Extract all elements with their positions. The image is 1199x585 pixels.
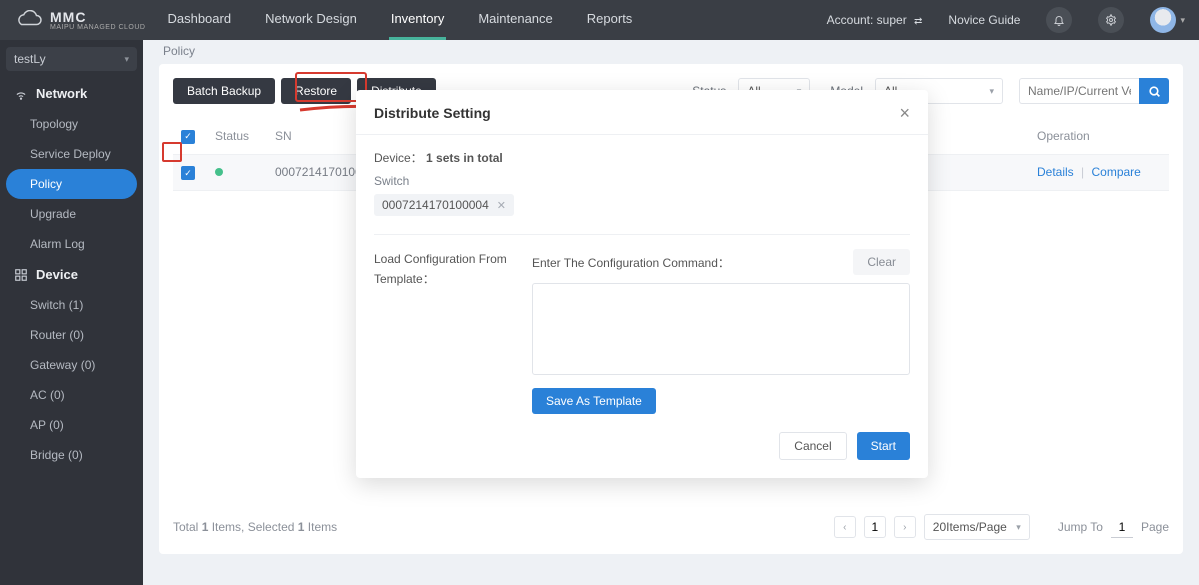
status-dot-icon — [215, 168, 223, 176]
nav-reports[interactable]: Reports — [585, 0, 635, 40]
page-size-select[interactable]: 20Items/Page▾ — [924, 514, 1030, 540]
chevron-down-icon: ▾ — [1180, 15, 1185, 26]
jump-to-input[interactable] — [1111, 516, 1133, 538]
brand-sub: MAIPU MANAGED CLOUD — [50, 24, 145, 31]
sidebar-item-policy[interactable]: Policy — [6, 169, 137, 199]
nav-dashboard[interactable]: Dashboard — [165, 0, 233, 40]
row-checkbox[interactable]: ✓ — [181, 166, 195, 180]
col-status: Status — [207, 118, 267, 154]
batch-backup-button[interactable]: Batch Backup — [173, 78, 275, 104]
brand-name: MMC — [50, 10, 145, 24]
distribute-setting-modal: Distribute Setting × Device： 1 sets in t… — [356, 90, 928, 478]
sidebar-item-bridge[interactable]: Bridge (0) — [0, 440, 143, 470]
sidebar-item-ap[interactable]: AP (0) — [0, 410, 143, 440]
sidebar-item-gateway[interactable]: Gateway (0) — [0, 350, 143, 380]
sidebar-item-upgrade[interactable]: Upgrade — [0, 199, 143, 229]
sidebar-item-alarm-log[interactable]: Alarm Log — [0, 229, 143, 259]
breadcrumb: Policy — [143, 40, 1199, 64]
start-button[interactable]: Start — [857, 432, 910, 460]
device-tag-label: 0007214170100004 — [382, 198, 489, 212]
nav-maintenance[interactable]: Maintenance — [476, 0, 554, 40]
tenant-select[interactable]: testLy ▾ — [6, 47, 137, 71]
bell-icon[interactable] — [1046, 7, 1072, 33]
cloud-logo-icon — [14, 10, 42, 30]
account-label: Account: super — [827, 13, 907, 27]
account-switch[interactable]: Account: super ⇄ — [827, 13, 923, 27]
col-operation: Operation — [1029, 118, 1169, 154]
sidebar-item-switch[interactable]: Switch (1) — [0, 290, 143, 320]
sidebar-item-ac[interactable]: AC (0) — [0, 380, 143, 410]
details-link[interactable]: Details — [1037, 165, 1074, 179]
user-menu[interactable]: ▾ — [1150, 7, 1185, 33]
sidebar: testLy ▾ Network Topology Service Deploy… — [0, 40, 143, 585]
clear-button[interactable]: Clear — [853, 249, 910, 275]
modal-title: Distribute Setting — [374, 105, 491, 121]
chevron-down-icon: ▾ — [989, 86, 994, 97]
brand: MMC MAIPU MANAGED CLOUD — [14, 10, 145, 31]
select-all-checkbox[interactable]: ✓ — [181, 130, 195, 144]
chevron-down-icon: ▾ — [124, 54, 129, 65]
divider — [374, 234, 910, 235]
avatar-icon — [1150, 7, 1176, 33]
pager: ‹ › 20Items/Page▾ Jump To Page — [834, 514, 1169, 540]
restore-button[interactable]: Restore — [281, 78, 351, 104]
sidebar-item-service-deploy[interactable]: Service Deploy — [0, 139, 143, 169]
page-input[interactable] — [864, 516, 886, 538]
total-text: Total 1 Items, Selected 1 Items — [173, 520, 337, 534]
compare-link[interactable]: Compare — [1092, 165, 1141, 179]
next-page-button[interactable]: › — [894, 516, 916, 538]
search-input[interactable] — [1019, 78, 1139, 104]
grid-icon — [14, 268, 28, 282]
top-bar: MMC MAIPU MANAGED CLOUD Dashboard Networ… — [0, 0, 1199, 40]
jump-to-label: Jump To — [1058, 520, 1103, 534]
remove-tag-icon[interactable]: ✕ — [497, 199, 506, 212]
device-tag: 0007214170100004 ✕ — [374, 194, 514, 216]
load-from-template-label: Load Configuration From Template： — [374, 249, 532, 290]
tenant-name: testLy — [14, 52, 46, 66]
panel-footer: Total 1 Items, Selected 1 Items ‹ › 20It… — [173, 496, 1169, 540]
cancel-button[interactable]: Cancel — [779, 432, 846, 460]
prev-page-button[interactable]: ‹ — [834, 516, 856, 538]
save-as-template-button[interactable]: Save As Template — [532, 388, 656, 414]
switch-icon: ⇄ — [914, 16, 922, 27]
device-count-row: Device： 1 sets in total — [374, 149, 910, 166]
group-device: Device — [0, 259, 143, 290]
switch-label: Switch — [374, 174, 910, 188]
search-icon — [1148, 85, 1161, 98]
config-command-textarea[interactable] — [532, 283, 910, 375]
gear-icon[interactable] — [1098, 7, 1124, 33]
group-network: Network — [0, 78, 143, 109]
page-word: Page — [1141, 520, 1169, 534]
nav-network-design[interactable]: Network Design — [263, 0, 359, 40]
close-icon[interactable]: × — [899, 104, 910, 122]
enter-command-label: Enter The Configuration Command： — [532, 254, 730, 271]
sidebar-item-router[interactable]: Router (0) — [0, 320, 143, 350]
top-nav: Dashboard Network Design Inventory Maint… — [165, 0, 634, 40]
nav-inventory[interactable]: Inventory — [389, 0, 446, 40]
novice-guide-link[interactable]: Novice Guide — [948, 13, 1020, 27]
chevron-down-icon: ▾ — [1016, 522, 1021, 533]
sidebar-item-topology[interactable]: Topology — [0, 109, 143, 139]
search-button[interactable] — [1139, 78, 1169, 104]
wifi-icon — [14, 87, 28, 101]
